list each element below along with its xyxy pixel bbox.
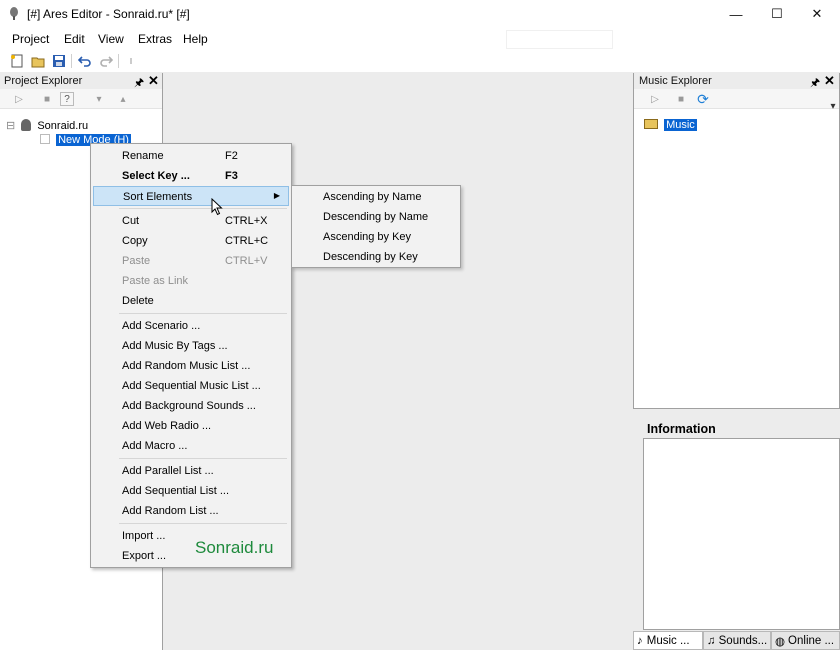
- menu-add-music-by-tags[interactable]: Add Music By Tags ...: [93, 336, 289, 356]
- microphone-icon: [21, 119, 32, 131]
- tab-online-label: Online ...: [788, 634, 835, 647]
- music-tree-label: Music: [664, 119, 697, 131]
- close-panel-icon[interactable]: ✕: [824, 73, 835, 89]
- menu-descending-by-name[interactable]: Descending by Name: [294, 207, 458, 227]
- information-panel: Information: [643, 420, 840, 630]
- tree-root[interactable]: ⊟ Sonraid.ru: [6, 119, 88, 132]
- main-toolbar: [0, 50, 840, 72]
- project-explorer-toolbar: ▷ ■ ? ▾ ▴: [0, 89, 162, 109]
- mouse-cursor-icon: [211, 198, 223, 216]
- music-explorer-header: Music Explorer 🖈 ✕: [634, 73, 839, 89]
- information-title: Information: [647, 422, 716, 436]
- menu-descending-by-key[interactable]: Descending by Key: [294, 247, 458, 267]
- new-icon[interactable]: [8, 52, 26, 70]
- menu-bar: Project Edit View Extras Help: [0, 28, 840, 50]
- stop-icon[interactable]: ■: [674, 92, 688, 106]
- sort-submenu: Ascending by Name Descending by Name Asc…: [291, 185, 461, 268]
- tab-sounds-label: Sounds...: [718, 634, 768, 647]
- menu-add-scenario[interactable]: Add Scenario ...: [93, 316, 289, 336]
- redo-icon[interactable]: [97, 52, 115, 70]
- menu-view[interactable]: View: [98, 32, 124, 46]
- minimize-icon: —: [729, 6, 743, 22]
- dropdown-icon[interactable]: ▾: [826, 99, 840, 113]
- menu-project[interactable]: Project: [12, 32, 49, 46]
- stop-icon[interactable]: ■: [40, 92, 54, 106]
- save-icon[interactable]: [50, 52, 68, 70]
- undo-icon[interactable]: [76, 52, 94, 70]
- music-explorer-title: Music Explorer: [639, 75, 712, 87]
- menu-add-macro[interactable]: Add Macro ...: [93, 436, 289, 456]
- menu-add-random-music-list[interactable]: Add Random Music List ...: [93, 356, 289, 376]
- menu-copy[interactable]: Copy CTRL+C: [93, 231, 289, 251]
- menu-ascending-by-name[interactable]: Ascending by Name: [294, 187, 458, 207]
- menu-add-sequential-music-list[interactable]: Add Sequential Music List ...: [93, 376, 289, 396]
- globe-icon: ◍: [775, 635, 786, 648]
- menu-search-box[interactable]: [506, 30, 613, 49]
- menu-paste[interactable]: Paste CTRL+V: [93, 251, 289, 271]
- play-icon[interactable]: ▷: [12, 92, 26, 106]
- project-explorer-header: Project Explorer 🖈 ✕: [0, 73, 162, 89]
- menu-help[interactable]: Help: [183, 32, 208, 46]
- menu-edit[interactable]: Edit: [64, 32, 85, 46]
- menu-add-random-list[interactable]: Add Random List ...: [93, 501, 289, 521]
- folder-icon: [644, 119, 658, 129]
- tab-sounds[interactable]: ♫ Sounds...: [703, 631, 771, 650]
- window-title: [#] Ares Editor - Sonraid.ru* [#]: [27, 7, 190, 21]
- title-bar: [#] Ares Editor - Sonraid.ru* [#] — ☐ ✕: [0, 0, 840, 28]
- bottom-tabs: ♪ Music ... ♫ Sounds... ◍ Online ...: [633, 631, 840, 650]
- maximize-icon: ☐: [771, 6, 783, 21]
- help-icon[interactable]: ?: [60, 92, 74, 106]
- sounds-icon: ♫: [707, 634, 716, 647]
- menu-paste-as-link[interactable]: Paste as Link: [93, 271, 289, 291]
- watermark: Sonraid.ru: [195, 538, 274, 557]
- submenu-arrow-icon: ▶: [273, 191, 280, 200]
- close-button[interactable]: ✕: [794, 0, 840, 28]
- refresh-icon[interactable]: ⟳: [696, 91, 710, 107]
- tab-online[interactable]: ◍ Online ...: [771, 631, 840, 650]
- close-panel-icon[interactable]: ✕: [148, 73, 159, 89]
- move-up-icon[interactable]: ▴: [116, 92, 130, 106]
- context-menu: Rename F2 Select Key ... F3 Sort Elements ▶…: [90, 143, 292, 568]
- menu-delete[interactable]: Delete: [93, 291, 289, 311]
- menu-select-key[interactable]: Select Key ... F3: [93, 166, 289, 186]
- menu-add-parallel-list[interactable]: Add Parallel List ...: [93, 461, 289, 481]
- close-icon: ✕: [811, 6, 823, 21]
- information-body: [643, 438, 840, 630]
- menu-add-web-radio[interactable]: Add Web Radio ...: [93, 416, 289, 436]
- tab-music[interactable]: ♪ Music ...: [633, 631, 703, 650]
- menu-ascending-by-key[interactable]: Ascending by Key: [294, 227, 458, 247]
- menu-extras[interactable]: Extras: [138, 32, 172, 46]
- minimize-button[interactable]: —: [713, 0, 759, 28]
- music-note-icon: ♪: [637, 634, 643, 647]
- music-explorer-panel: Music Explorer 🖈 ✕ ▷ ■ ⟳ ▾ Music: [633, 73, 840, 409]
- music-explorer-toolbar: ▷ ■ ⟳ ▾: [634, 89, 839, 112]
- menu-rename[interactable]: Rename F2: [93, 146, 289, 166]
- music-tree-root[interactable]: Music: [644, 119, 697, 131]
- menu-sort-elements[interactable]: Sort Elements ▶: [93, 186, 289, 206]
- collapse-icon[interactable]: ⊟: [6, 120, 15, 132]
- menu-add-sequential-list[interactable]: Add Sequential List ...: [93, 481, 289, 501]
- node-icon: [40, 134, 50, 144]
- move-down-icon[interactable]: ▾: [92, 92, 106, 106]
- menu-cut[interactable]: Cut CTRL+X: [93, 211, 289, 231]
- project-explorer-title: Project Explorer: [4, 75, 83, 87]
- tree-root-label: Sonraid.ru: [37, 120, 89, 132]
- play-icon[interactable]: ▷: [648, 92, 662, 106]
- tab-music-label: Music ...: [646, 634, 690, 647]
- open-icon[interactable]: [29, 52, 47, 70]
- microphone-icon: [10, 7, 18, 20]
- grip-icon: [122, 52, 140, 70]
- menu-add-background-sounds[interactable]: Add Background Sounds ...: [93, 396, 289, 416]
